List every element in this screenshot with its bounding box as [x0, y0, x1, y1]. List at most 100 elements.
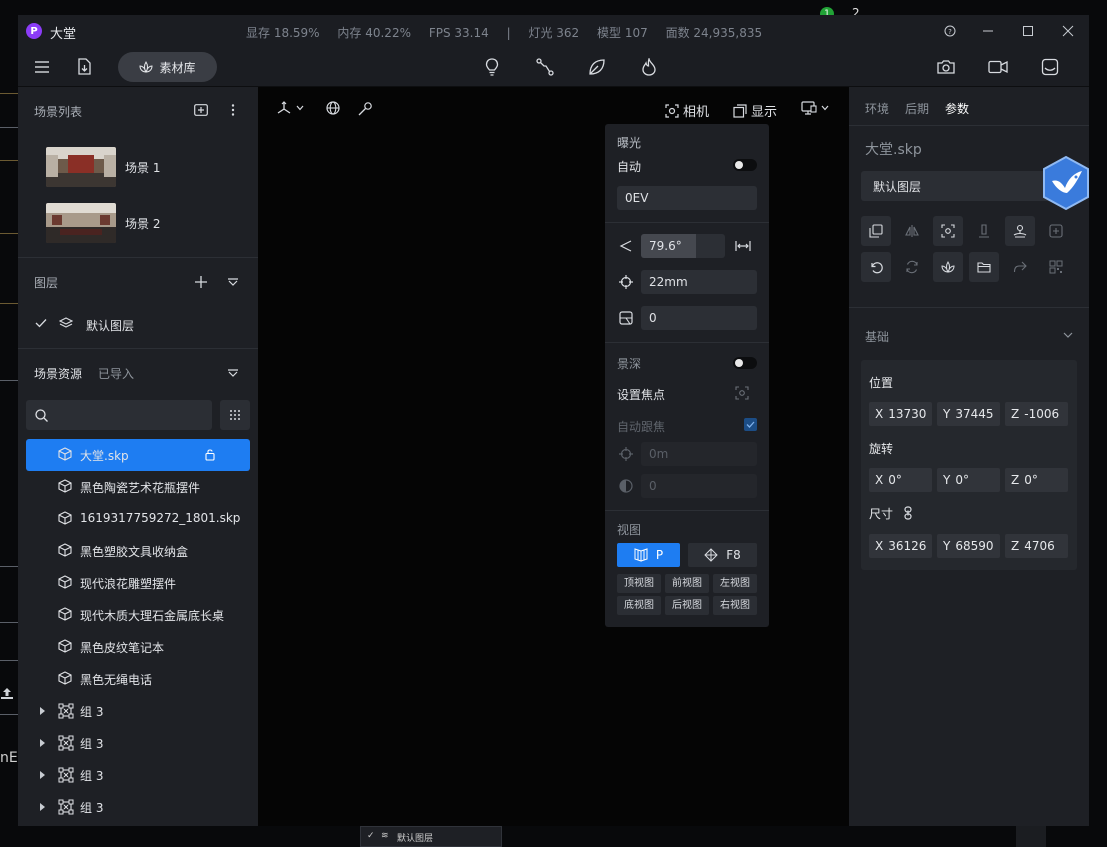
auto-focus-checkbox[interactable] — [744, 418, 757, 431]
panorama-icon[interactable] — [1038, 55, 1062, 79]
asset-row[interactable]: 组 3 — [26, 791, 250, 823]
screen-menu[interactable] — [801, 101, 829, 115]
rotation-y[interactable]: Y 0° — [937, 468, 1000, 492]
import-file-icon[interactable] — [72, 55, 96, 79]
material-lotus-button[interactable] — [933, 252, 963, 282]
focal-length-input[interactable]: 22mm — [641, 270, 757, 294]
assets-tab-scene[interactable]: 场景资源 — [34, 365, 82, 382]
asset-row[interactable]: 组 3 — [26, 695, 250, 727]
grid-view-button[interactable] — [220, 400, 250, 430]
folder-button[interactable] — [969, 252, 999, 282]
auto-exposure-toggle[interactable] — [733, 159, 757, 171]
scene-thumbnail[interactable] — [46, 147, 116, 187]
expand-arrow-icon[interactable] — [40, 771, 45, 779]
mirror-button[interactable] — [897, 216, 927, 246]
copy-button[interactable] — [861, 216, 891, 246]
expand-arrow-icon[interactable] — [40, 803, 45, 811]
rotation-z[interactable]: Z 0° — [1005, 468, 1068, 492]
aperture-input[interactable]: 0 — [641, 474, 757, 498]
dof-toggle[interactable] — [733, 357, 757, 369]
drop-to-floor-button[interactable] — [969, 216, 999, 246]
asset-row[interactable]: 现代浪花雕塑摆件 — [26, 567, 250, 599]
assets-tab-imported[interactable]: 已导入 — [98, 365, 134, 382]
place-on-ground-button[interactable] — [1005, 216, 1035, 246]
minimize-button[interactable] — [978, 21, 998, 41]
asset-row[interactable]: 黑色皮纹笔记本 — [26, 631, 250, 663]
focus-distance-input[interactable]: 0m — [641, 442, 757, 466]
screenshot-camera-icon[interactable] — [934, 55, 958, 79]
menu-icon[interactable] — [30, 55, 54, 79]
maximize-button[interactable] — [1018, 21, 1038, 41]
pick-tool[interactable] — [357, 101, 373, 117]
perspective-button[interactable]: P — [617, 543, 680, 567]
qr-button[interactable] — [1041, 252, 1071, 282]
path-tool-icon[interactable] — [533, 55, 557, 79]
search-input[interactable] — [52, 400, 208, 430]
axis-tool[interactable] — [276, 101, 304, 115]
position-y[interactable]: Y 37445 — [937, 402, 1000, 426]
collapse-layers-icon[interactable] — [228, 278, 238, 286]
globe-tool[interactable] — [326, 101, 340, 115]
assistant-bird-icon[interactable] — [1040, 155, 1092, 211]
scene-label[interactable]: 场景 1 — [125, 159, 160, 176]
fov-input[interactable]: 79.6° — [641, 234, 725, 258]
camera-menu[interactable]: 相机 — [665, 101, 709, 120]
lock-icon[interactable] — [204, 448, 216, 461]
focus-object-icon — [941, 224, 955, 238]
top-view-button[interactable]: 顶视图 — [617, 574, 661, 593]
scene-label[interactable]: 场景 2 — [125, 215, 160, 232]
undo-button[interactable] — [861, 252, 891, 282]
divider — [18, 348, 258, 349]
link-icon[interactable] — [903, 506, 913, 520]
scene-thumbnail[interactable] — [46, 203, 116, 243]
close-button[interactable] — [1058, 21, 1078, 41]
more-options-icon[interactable] — [231, 104, 235, 116]
chevron-down-icon[interactable] — [1063, 332, 1073, 338]
position-z[interactable]: Z -1006 — [1005, 402, 1068, 426]
asset-row[interactable]: 黑色无绳电话 — [26, 663, 250, 695]
position-x[interactable]: X 13730 — [869, 402, 932, 426]
video-record-icon[interactable] — [986, 55, 1010, 79]
leaf-icon[interactable] — [585, 55, 609, 79]
f8-button[interactable]: F8 — [688, 543, 757, 567]
help-icon[interactable]: ? — [940, 21, 960, 41]
material-library-button[interactable]: 素材库 — [118, 52, 217, 82]
size-z[interactable]: Z 4706 — [1005, 534, 1068, 558]
asset-row[interactable]: 组 3 — [26, 727, 250, 759]
focus-point-icon[interactable] — [735, 386, 749, 400]
collapse-assets-icon[interactable] — [228, 369, 238, 377]
back-view-button[interactable]: 后视图 — [665, 596, 709, 615]
asset-row[interactable]: 现代木质大理石金属底长桌 — [26, 599, 250, 631]
right-view-button[interactable]: 右视图 — [713, 596, 757, 615]
expand-arrow-icon[interactable] — [40, 739, 45, 747]
fire-icon[interactable] — [637, 55, 661, 79]
asset-row[interactable]: 黑色陶瓷艺术花瓶摆件 — [26, 471, 250, 503]
layer-check-icon[interactable] — [35, 318, 47, 328]
focus-object-button[interactable] — [933, 216, 963, 246]
tab-params[interactable]: 参数 — [945, 100, 969, 117]
asset-row[interactable]: 大堂.skp — [26, 439, 250, 471]
sensor-input[interactable]: 0 — [641, 306, 757, 330]
add-scene-icon[interactable] — [194, 104, 208, 116]
expand-arrow-icon[interactable] — [40, 707, 45, 715]
asset-row[interactable]: 黑色塑胶文具收纳盒 — [26, 535, 250, 567]
display-menu[interactable]: 显示 — [733, 101, 777, 120]
front-view-button[interactable]: 前视图 — [665, 574, 709, 593]
add-object-button[interactable] — [1041, 216, 1071, 246]
asset-row[interactable]: 1619317759272_1801.skp — [26, 503, 250, 535]
size-y[interactable]: Y 68590 — [937, 534, 1000, 558]
asset-row[interactable]: 组 3 — [26, 759, 250, 791]
share-button[interactable] — [1005, 252, 1035, 282]
layer-item-label[interactable]: 默认图层 — [86, 317, 134, 334]
fit-width-icon[interactable] — [735, 240, 751, 252]
refresh-button[interactable] — [897, 252, 927, 282]
light-bulb-icon[interactable] — [480, 55, 504, 79]
tab-post[interactable]: 后期 — [905, 100, 929, 117]
tab-environment[interactable]: 环境 — [865, 100, 889, 117]
add-layer-icon[interactable] — [195, 276, 207, 288]
bottom-view-button[interactable]: 底视图 — [617, 596, 661, 615]
left-view-button[interactable]: 左视图 — [713, 574, 757, 593]
ev-input[interactable]: 0EV — [617, 186, 757, 210]
size-x[interactable]: X 36126 — [869, 534, 932, 558]
rotation-x[interactable]: X 0° — [869, 468, 932, 492]
